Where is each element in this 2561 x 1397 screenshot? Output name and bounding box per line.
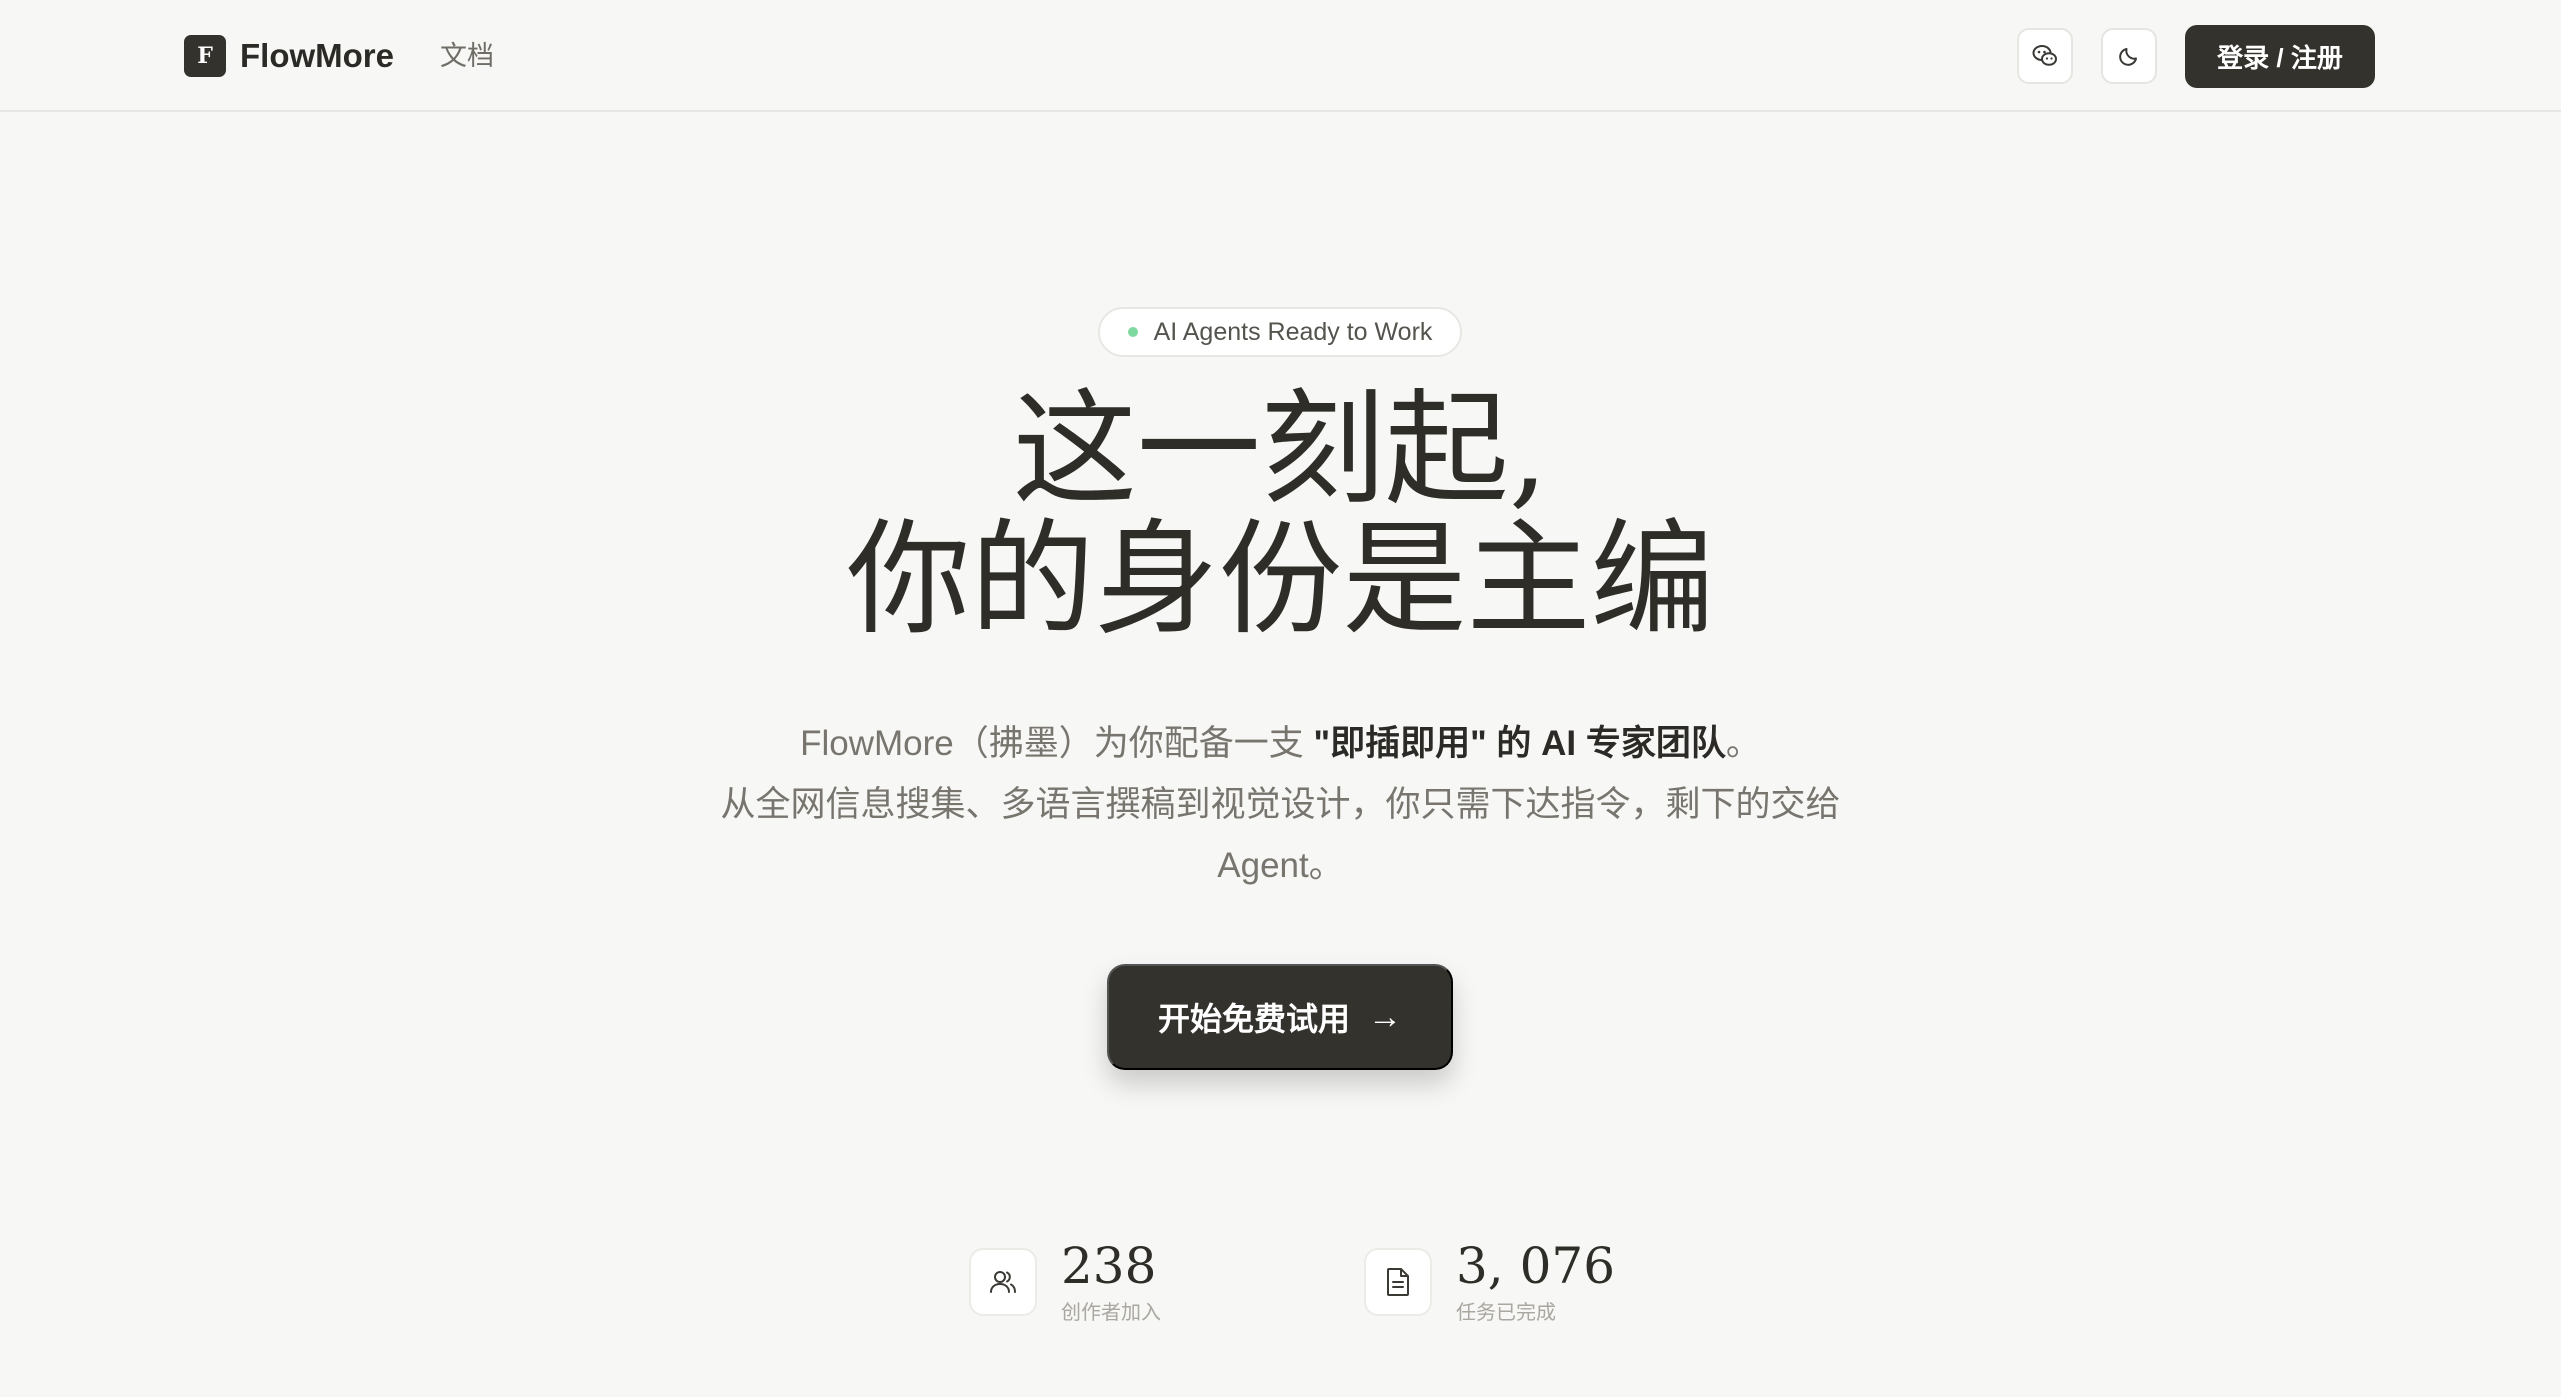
stat-creators-value: 238 — [1061, 1237, 1157, 1295]
theme-toggle-button[interactable] — [2101, 28, 2157, 84]
hero-badge-label: AI Agents Ready to Work — [1153, 317, 1433, 346]
hero-subtitle-line2: 从全网信息搜集、多语言撰稿到视觉设计，你只需下达指令，剩下的交给 — [720, 785, 1841, 824]
logo-icon[interactable]: F — [184, 35, 226, 77]
login-register-button[interactable]: 登录 / 注册 — [2185, 25, 2375, 88]
document-icon — [1387, 1268, 1409, 1296]
subtitle-highlight: "即插即用" 的 AI 专家团队 — [1313, 724, 1726, 763]
subtitle-text: 。 — [1725, 724, 1761, 763]
wechat-icon — [2032, 45, 2057, 66]
wechat-button[interactable] — [2017, 28, 2073, 84]
stat-tasks-value: 3, 076 — [1456, 1237, 1616, 1295]
hero-subtitle: FlowMore（拂墨）为你配备一支 "即插即用" 的 AI 专家团队。 从全网… — [0, 713, 2561, 896]
top-navbar: F FlowMore 文档 登录 / 注册 — [0, 0, 2561, 112]
brand-name[interactable]: FlowMore — [240, 32, 394, 80]
hero-subtitle-line1: FlowMore（拂墨）为你配备一支 "即插即用" 的 AI 专家团队。 — [0, 713, 2561, 774]
moon-icon — [2119, 48, 2137, 66]
cta-label: 开始免费试用 — [1157, 1001, 1350, 1037]
hero-title-line1: 这一刻起, — [1012, 378, 1549, 522]
hero-title-line2: 你的身份是主编 — [846, 508, 1715, 652]
stat-creators-icon-box — [969, 1248, 1037, 1316]
stat-tasks-label: 任务已完成 — [1456, 1302, 1556, 1324]
hero-badge: AI Agents Ready to Work — [1098, 307, 1462, 357]
nav-docs-link[interactable]: 文档 — [440, 34, 494, 78]
hero-subtitle-line3: Agent。 — [1217, 846, 1344, 885]
status-dot-icon — [1127, 327, 1138, 337]
arrow-right-icon: → — [1368, 997, 1402, 1036]
users-icon — [990, 1271, 1016, 1293]
subtitle-text: FlowMore（拂墨）为你配备一支 — [800, 724, 1314, 763]
stat-tasks-icon-box — [1364, 1248, 1432, 1316]
start-free-trial-button[interactable]: 开始免费试用 → — [1107, 964, 1453, 1070]
stat-creators-label: 创作者加入 — [1061, 1302, 1161, 1324]
hero-title: 这一刻起, 你的身份是主编 — [0, 385, 2561, 645]
